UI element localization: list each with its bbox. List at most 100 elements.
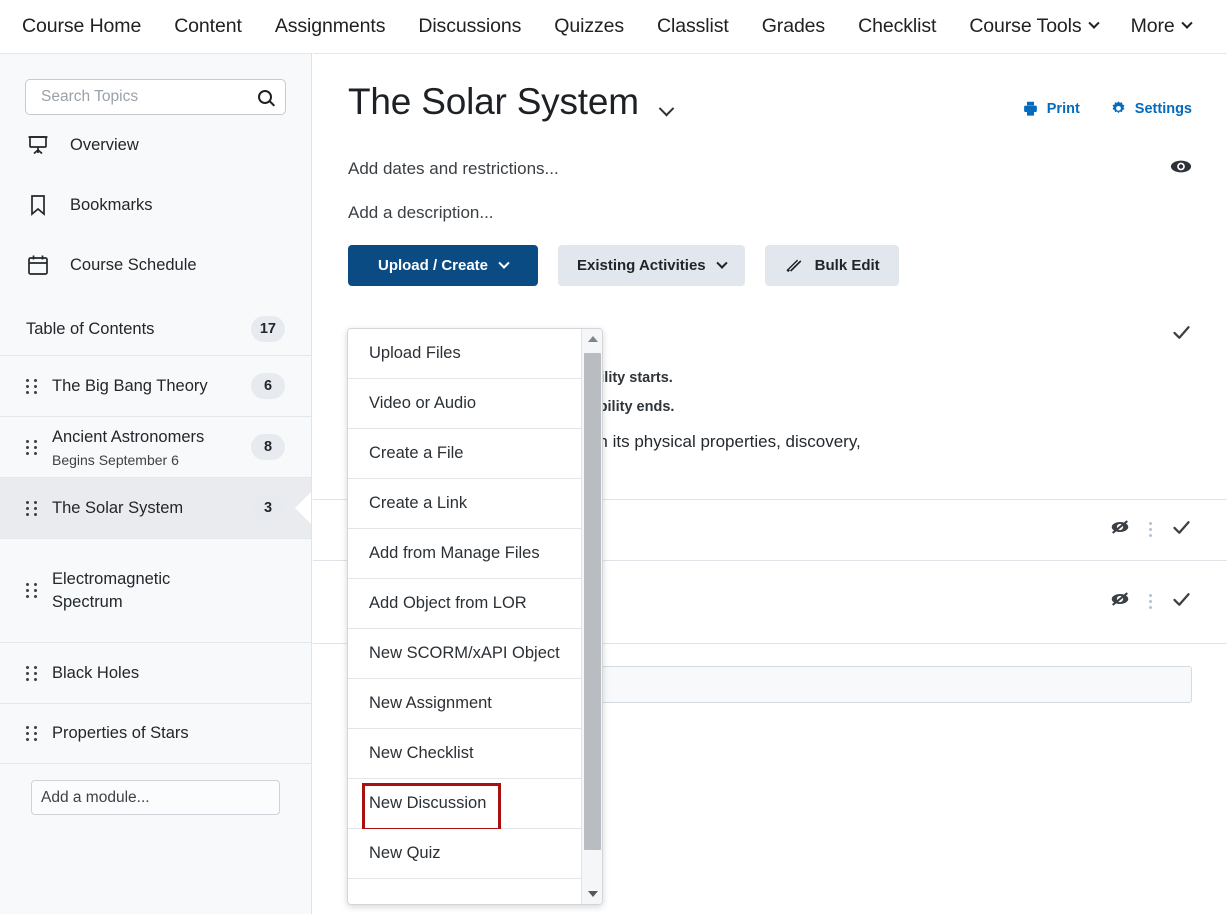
- menu-item-upload-files[interactable]: Upload Files: [348, 329, 581, 379]
- gear-icon: [1112, 101, 1125, 114]
- menu-item-label: New Quiz: [369, 844, 441, 862]
- nav-item-quizzes[interactable]: Quizzes: [554, 15, 624, 38]
- drag-handle-icon[interactable]: [26, 500, 38, 516]
- menu-item-new-scorm-xapi-object[interactable]: New SCORM/xAPI Object: [348, 629, 581, 679]
- sidebar-item-bookmarks[interactable]: Bookmarks: [0, 175, 311, 235]
- bulk-edit-pencil-icon: [786, 259, 802, 272]
- scroll-up-button[interactable]: [582, 329, 602, 349]
- chevron-down-icon: [1180, 17, 1193, 30]
- menu-item-new-checklist[interactable]: New Checklist: [348, 729, 581, 779]
- action-button-row: Upload / Create Existing Activities Bulk…: [313, 233, 1227, 286]
- title-chevron-down-icon[interactable]: [658, 100, 675, 122]
- drag-handle-icon[interactable]: [26, 439, 38, 455]
- completion-check-icon[interactable]: [1171, 517, 1192, 543]
- add-module-placeholder: Add a module...: [41, 788, 150, 806]
- module-name: The Big Bang Theory: [52, 376, 208, 395]
- nav-item-label: Discussions: [418, 14, 522, 37]
- settings-button[interactable]: Settings: [1110, 100, 1192, 117]
- drag-handle-icon[interactable]: [26, 665, 38, 681]
- hidden-eye-icon[interactable]: [1109, 519, 1131, 540]
- nav-item-label: More: [1130, 14, 1175, 37]
- chevron-down-icon: [1087, 17, 1100, 30]
- drag-handle-icon[interactable]: [26, 378, 38, 394]
- upload-create-dropdown-menu: Upload Files Video or Audio Create a Fil…: [347, 328, 603, 905]
- menu-item-new-assignment[interactable]: New Assignment: [348, 679, 581, 729]
- sidebar: Overview Bookmarks Course Schedule Table…: [0, 53, 312, 914]
- search-topics-container[interactable]: [25, 79, 286, 115]
- chevron-down-icon: [715, 257, 728, 274]
- search-input[interactable]: [39, 87, 258, 107]
- triangle-up-icon: [587, 336, 598, 342]
- sidebar-module-properties-of-stars[interactable]: Properties of Stars: [0, 703, 311, 764]
- title-actions: Print Settings: [1022, 82, 1192, 117]
- search-icon[interactable]: [258, 90, 272, 104]
- page-root: Course Home Content Assignments Discussi…: [0, 0, 1227, 914]
- drag-handle-icon[interactable]: [26, 726, 38, 741]
- sidebar-module-the-big-bang-theory[interactable]: The Big Bang Theory 6: [0, 355, 311, 416]
- bulk-edit-button[interactable]: Bulk Edit: [764, 244, 899, 286]
- nav-item-label: Quizzes: [554, 14, 625, 37]
- sidebar-module-ancient-astronomers[interactable]: Ancient Astronomers Begins September 6 8: [0, 416, 311, 477]
- table-of-contents-header[interactable]: Table of Contents 17: [0, 303, 311, 355]
- add-module-input[interactable]: Add a module...: [31, 780, 280, 815]
- nav-item-classlist[interactable]: Classlist: [657, 15, 729, 38]
- menu-scrollbar[interactable]: [581, 329, 602, 904]
- sidebar-module-black-holes[interactable]: Black Holes: [0, 642, 311, 703]
- module-name: Black Holes: [52, 663, 140, 682]
- sidebar-module-electromagnetic-spectrum[interactable]: Electromagnetic Spectrum: [0, 538, 311, 642]
- menu-item-create-a-file[interactable]: Create a File: [348, 429, 581, 479]
- menu-item-label: Add Object from LOR: [369, 594, 527, 612]
- sidebar-item-label: Bookmarks: [70, 195, 153, 214]
- nav-item-checklist[interactable]: Checklist: [858, 15, 936, 38]
- description-row: Add a description...: [313, 193, 1227, 233]
- completion-check-icon[interactable]: [1171, 322, 1192, 348]
- more-options-icon[interactable]: [1149, 522, 1153, 538]
- sidebar-module-the-solar-system[interactable]: The Solar System 3: [0, 477, 311, 538]
- module-name: Electromagnetic Spectrum: [52, 570, 171, 611]
- add-description-link[interactable]: Add a description...: [348, 203, 494, 223]
- menu-item-label: Upload Files: [369, 344, 461, 362]
- menu-item-new-discussion[interactable]: New Discussion: [348, 779, 581, 831]
- nav-item-discussions[interactable]: Discussions: [418, 15, 521, 38]
- nav-item-label: Course Tools: [969, 14, 1082, 37]
- module-count: 8: [251, 434, 285, 460]
- nav-item-label: Classlist: [657, 14, 729, 37]
- dates-restrictions-row: Add dates and restrictions...: [313, 145, 1227, 193]
- scrollbar-thumb[interactable]: [584, 353, 601, 850]
- nav-item-course-tools[interactable]: Course Tools: [969, 14, 1100, 38]
- menu-item-partial[interactable]: [348, 879, 581, 904]
- upload-create-label: Upload / Create: [377, 256, 489, 274]
- module-count: 3: [251, 495, 285, 521]
- scroll-down-button[interactable]: [582, 884, 602, 904]
- menu-item-add-object-from-lor[interactable]: Add Object from LOR: [348, 579, 581, 629]
- menu-item-label: New Assignment: [369, 694, 492, 712]
- nav-item-content[interactable]: Content: [174, 15, 242, 38]
- eye-icon[interactable]: [1170, 159, 1192, 179]
- nav-item-more[interactable]: More: [1130, 14, 1193, 38]
- add-dates-restrictions-link[interactable]: Add dates and restrictions...: [348, 159, 559, 179]
- menu-item-label: New Discussion: [369, 794, 487, 812]
- menu-item-label: Add from Manage Files: [369, 544, 540, 562]
- menu-item-new-quiz[interactable]: New Quiz: [348, 829, 581, 879]
- completion-check-icon[interactable]: [1171, 589, 1192, 615]
- sidebar-item-overview[interactable]: Overview: [0, 115, 311, 175]
- menu-item-label: Create a Link: [369, 494, 468, 512]
- nav-item-course-home[interactable]: Course Home: [22, 15, 141, 38]
- nav-item-assignments[interactable]: Assignments: [275, 15, 386, 38]
- menu-item-add-from-manage-files[interactable]: Add from Manage Files: [348, 529, 581, 579]
- upload-create-button[interactable]: Upload / Create: [348, 244, 538, 286]
- module-subtext: Begins September 6: [52, 452, 179, 469]
- menu-item-video-or-audio[interactable]: Video or Audio: [348, 379, 581, 429]
- drag-handle-icon[interactable]: [26, 583, 38, 598]
- nav-item-label: Assignments: [274, 14, 386, 37]
- sidebar-item-label: Overview: [70, 135, 139, 154]
- title-row: The Solar System Print Settings: [313, 54, 1227, 123]
- print-button[interactable]: Print: [1022, 100, 1080, 117]
- hidden-eye-icon[interactable]: [1109, 591, 1131, 612]
- menu-item-create-a-link[interactable]: Create a Link: [348, 479, 581, 529]
- more-options-icon[interactable]: [1149, 594, 1153, 610]
- nav-item-grades[interactable]: Grades: [762, 15, 825, 38]
- menu-scroll-area: Upload Files Video or Audio Create a Fil…: [348, 329, 581, 904]
- existing-activities-button[interactable]: Existing Activities: [558, 244, 745, 286]
- sidebar-item-course-schedule[interactable]: Course Schedule: [0, 235, 311, 295]
